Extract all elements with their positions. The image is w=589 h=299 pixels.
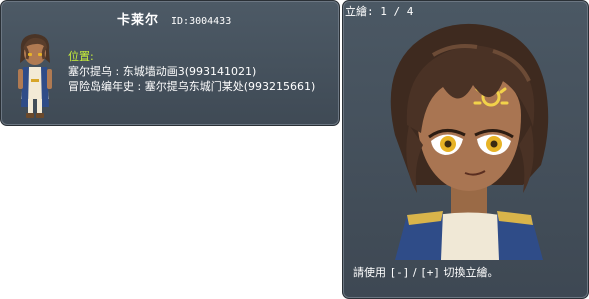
location-entry[interactable]: 塞尔提乌 : 东城墙动画3(993141021) <box>68 64 315 79</box>
location-label: 位置: <box>68 50 94 63</box>
npc-name-row: 卡莱尔 ID:3004433 <box>117 9 232 28</box>
npc-info-window: 卡莱尔 ID:3004433 位置: 塞尔提乌: 东城墙动画3(9931410… <box>0 0 589 299</box>
hint-prefix: 請使用 <box>353 266 390 279</box>
prev-portrait-key[interactable]: [-] <box>390 266 410 279</box>
npc-id: ID:3004433 <box>171 16 232 27</box>
npc-info-panel: 卡莱尔 ID:3004433 位置: 塞尔提乌: 东城墙动画3(9931410… <box>0 0 340 126</box>
location-entry[interactable]: 冒险岛编年史 : 塞尔提乌东城门某处(993215661) <box>68 79 315 94</box>
portrait-panel: 立繪: 1 / 4 請使用 [-] / [+] 切換立繪。 <box>342 0 589 299</box>
next-portrait-key[interactable]: [+] <box>420 266 440 279</box>
npc-portrait-image <box>390 23 549 260</box>
portrait-switch-hint: 請使用 [-] / [+] 切換立繪。 <box>353 264 498 280</box>
location-block: 位置: 塞尔提乌 : 东城墙动画3(993141021) 冒险岛编年史 : 塞尔… <box>68 49 315 94</box>
hint-suffix: 切換立繪。 <box>439 266 499 279</box>
hint-separator: / <box>409 266 421 279</box>
npc-sprite-image <box>18 34 52 118</box>
npc-name: 卡莱尔 <box>117 13 160 28</box>
